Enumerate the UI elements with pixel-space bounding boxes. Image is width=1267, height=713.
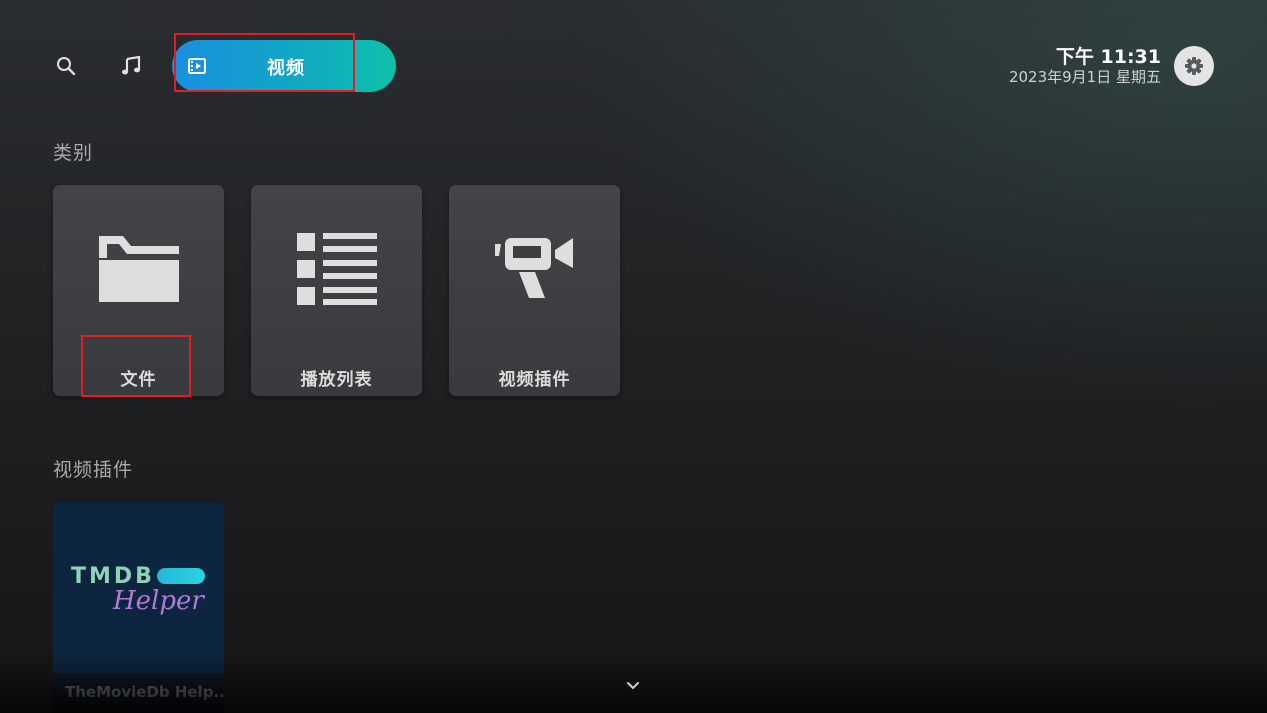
clock: 下午 11:31 2023年9月1日 星期五 <box>1009 46 1161 86</box>
section-title-video-addons: 视频插件 <box>53 459 134 481</box>
clock-date: 2023年9月1日 星期五 <box>1008 68 1161 86</box>
search-icon <box>57 57 76 76</box>
chevron-down-icon[interactable] <box>625 679 641 693</box>
highlight-box-tab <box>174 33 355 92</box>
gear-icon <box>1185 57 1203 75</box>
category-tile-playlists[interactable]: 播放列表 <box>251 185 422 396</box>
list-icon <box>296 233 377 305</box>
addon-caption: TheMovieDb Help... <box>53 673 224 713</box>
settings-button[interactable] <box>1174 46 1214 86</box>
music-button[interactable] <box>113 48 149 84</box>
category-tile-label: 播放列表 <box>300 370 373 390</box>
tmdb-helper-logo: TMDB Helper <box>69 562 209 632</box>
folder-icon <box>98 236 179 302</box>
category-tile-label: 视频插件 <box>498 370 571 390</box>
highlight-box-files <box>81 335 191 397</box>
music-note-icon <box>122 56 141 75</box>
addon-tile-tmdb-helper[interactable]: TMDB Helper TheMovieDb Help... <box>53 502 224 713</box>
clock-time: 下午 11:31 <box>1055 46 1161 68</box>
helper-logo-text: Helper <box>113 586 204 616</box>
video-camera-icon <box>494 238 573 298</box>
tmdb-logo-bar <box>157 568 205 584</box>
section-title-categories: 类别 <box>53 142 94 164</box>
category-tile-video-addons[interactable]: 视频插件 <box>449 185 620 396</box>
search-button[interactable] <box>48 48 84 84</box>
